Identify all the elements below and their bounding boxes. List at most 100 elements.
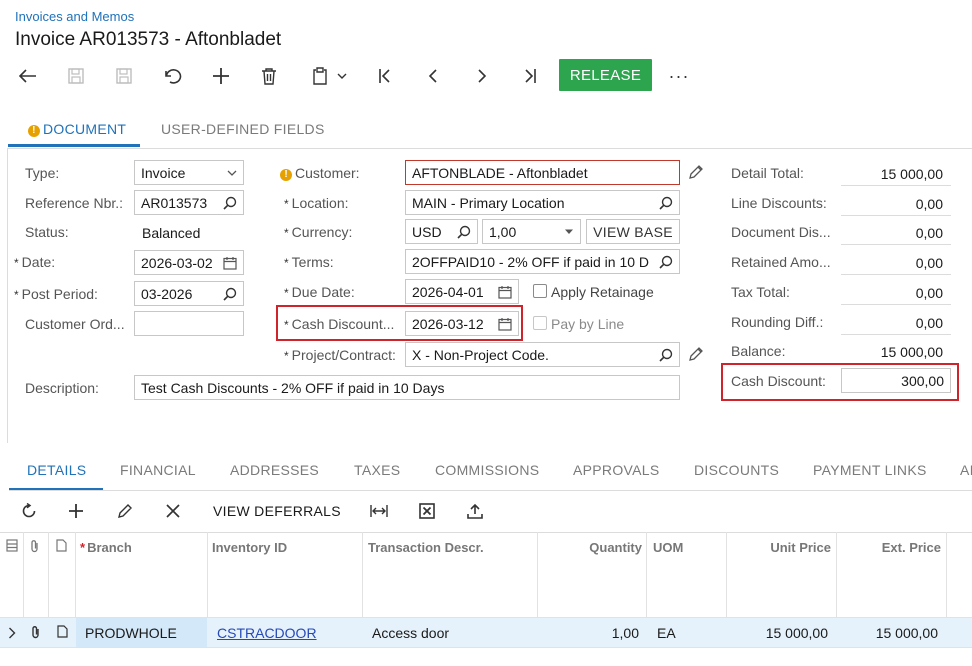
terms-input[interactable]: 2OFFPAID10 - 2% OFF if paid in 10 D (405, 249, 680, 274)
previous-record-button[interactable] (422, 62, 444, 90)
location-input[interactable]: MAIN - Primary Location (405, 190, 680, 215)
search-icon[interactable] (659, 348, 673, 362)
search-icon[interactable] (659, 196, 673, 210)
tab-commissions[interactable]: COMMISSIONS (435, 462, 539, 478)
export-excel-button[interactable] (417, 500, 437, 522)
page-title: Invoice AR013573 - Aftonbladet (15, 29, 282, 50)
currency-label: * Currency: (284, 224, 353, 240)
date-input[interactable]: 2026-03-02 (134, 250, 244, 275)
row-attachment-button[interactable] (31, 625, 41, 642)
detail-total-label: Detail Total: (731, 165, 804, 181)
description-label: Description: (25, 380, 99, 396)
column-header-branch[interactable]: * Branch (80, 540, 132, 555)
customer-order-input[interactable] (134, 311, 244, 336)
warning-icon: ! (28, 125, 40, 137)
upload-button[interactable] (465, 500, 485, 522)
breadcrumb[interactable]: Invoices and Memos (15, 9, 134, 24)
customer-input[interactable]: AFTONBLADE - Aftonbladet (405, 160, 680, 185)
cell-quantity[interactable]: 1,00 (542, 625, 639, 641)
fit-width-icon (370, 505, 388, 517)
calendar-icon[interactable] (498, 285, 512, 299)
tab-taxes[interactable]: TAXES (354, 462, 400, 478)
tab-user-defined-fields[interactable]: USER-DEFINED FIELDS (161, 121, 325, 137)
column-header-inventory-id[interactable]: Inventory ID (212, 540, 287, 555)
description-input[interactable]: Test Cash Discounts - 2% OFF if paid in … (134, 375, 680, 400)
tab-discounts[interactable]: DISCOUNTS (694, 462, 779, 478)
active-tab-indicator (8, 144, 140, 147)
type-label: Type: (25, 165, 60, 181)
save-icon (116, 68, 132, 84)
first-record-button[interactable] (374, 62, 396, 90)
search-icon[interactable] (223, 287, 237, 301)
type-select[interactable]: Invoice (134, 160, 244, 185)
project-contract-input[interactable]: X - Non-Project Code. (405, 342, 680, 367)
tab-ai[interactable]: AI (960, 462, 972, 478)
cell-unit-price[interactable]: 15 000,00 (731, 625, 828, 641)
project-contract-label: * Project/Contract: (284, 347, 396, 363)
view-base-button[interactable]: VIEW BASE (586, 219, 680, 244)
edit-customer-button[interactable] (688, 164, 704, 183)
search-icon[interactable] (659, 255, 673, 269)
next-record-button[interactable] (471, 62, 493, 90)
balance-label: Balance: (731, 343, 786, 359)
reference-nbr-input[interactable]: AR013573 (134, 190, 244, 215)
pay-by-line-checkbox[interactable] (533, 316, 547, 330)
more-actions-button[interactable]: ··· (666, 62, 692, 90)
fit-columns-button[interactable] (368, 500, 390, 522)
column-header-description[interactable]: Transaction Descr. (368, 540, 484, 555)
caret-down-icon (565, 229, 573, 234)
note-header (56, 539, 67, 555)
cell-description[interactable]: Access door (372, 625, 449, 641)
cell-uom[interactable]: EA (657, 625, 676, 641)
edit-project-button[interactable] (688, 346, 704, 365)
due-date-label: * Due Date: (284, 284, 355, 300)
column-header-unit-price[interactable]: Unit Price (731, 540, 831, 555)
copy-paste-button[interactable] (306, 62, 352, 90)
apply-retainage-checkbox[interactable] (533, 284, 547, 298)
row-expand-icon[interactable] (8, 626, 16, 642)
customer-label: ! Customer: (280, 165, 360, 181)
edit-row-button[interactable] (115, 500, 135, 522)
document-icon (57, 625, 68, 638)
tab-financial[interactable]: FINANCIAL (120, 462, 196, 478)
search-icon[interactable] (457, 225, 471, 239)
delete-button[interactable] (257, 62, 281, 90)
detail-total-value: 15 000,00 (880, 166, 943, 182)
files-icon (6, 539, 18, 552)
plus-icon (213, 68, 229, 84)
refresh-button[interactable] (19, 500, 39, 522)
release-button[interactable]: RELEASE (559, 59, 652, 91)
currency-rate-select[interactable]: 1,00 (482, 219, 581, 244)
undo-button[interactable] (161, 62, 185, 90)
cell-inventory-id-link[interactable]: CSTRACDOOR (217, 625, 317, 641)
paperclip-icon (31, 540, 38, 553)
add-row-button[interactable] (66, 500, 86, 522)
cell-branch[interactable]: PRODWHOLE (85, 625, 177, 641)
tab-payment-links[interactable]: PAYMENT LINKS (813, 462, 927, 478)
save-close-button[interactable] (64, 62, 88, 90)
location-label: * Location: (284, 195, 349, 211)
cash-discount-highlight (721, 363, 959, 401)
currency-input[interactable]: USD (405, 219, 478, 244)
row-note-button[interactable] (57, 625, 68, 641)
delete-row-button[interactable] (163, 500, 183, 522)
line-discounts-value: 0,00 (915, 196, 943, 212)
cell-ext-price[interactable]: 15 000,00 (841, 625, 938, 641)
last-record-button[interactable] (519, 62, 541, 90)
post-period-input[interactable]: 03-2026 (134, 281, 244, 306)
search-icon[interactable] (223, 196, 237, 210)
tab-addresses[interactable]: ADDRESSES (230, 462, 319, 478)
save-button[interactable] (112, 62, 136, 90)
column-header-ext-price[interactable]: Ext. Price (841, 540, 941, 555)
due-date-input[interactable]: 2026-04-01 (405, 279, 519, 304)
rounding-diff-value: 0,00 (915, 315, 943, 331)
tab-document[interactable]: ! DOCUMENT (28, 121, 126, 137)
add-button[interactable] (209, 62, 233, 90)
calendar-icon[interactable] (223, 256, 237, 270)
column-header-quantity[interactable]: Quantity (542, 540, 642, 555)
back-button[interactable] (16, 62, 40, 90)
tab-details[interactable]: DETAILS (27, 462, 86, 478)
view-deferrals-button[interactable]: VIEW DEFERRALS (213, 503, 341, 519)
column-header-uom[interactable]: UOM (653, 540, 683, 555)
tab-approvals[interactable]: APPROVALS (573, 462, 659, 478)
